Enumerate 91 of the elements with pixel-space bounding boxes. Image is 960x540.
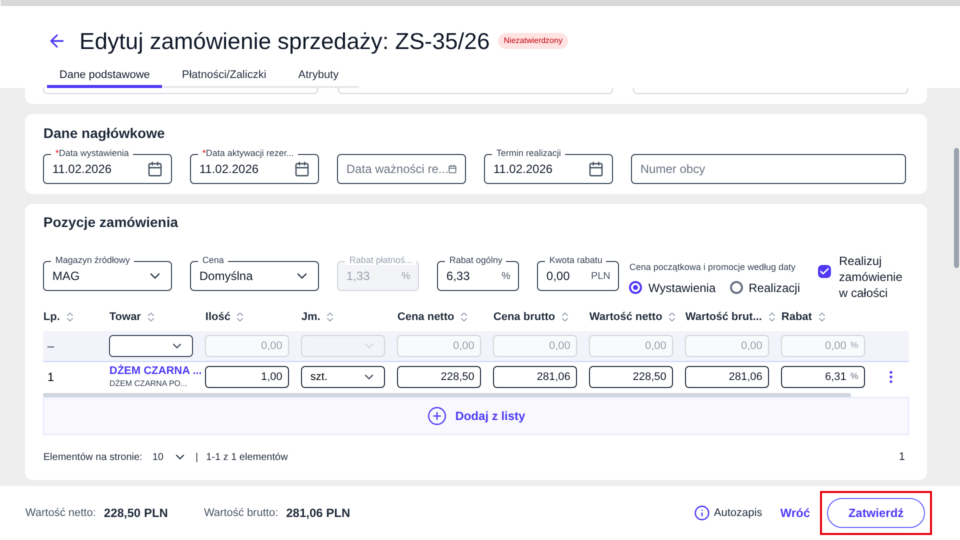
unit-label: % (850, 370, 858, 384)
page-number[interactable]: 1 (898, 449, 905, 466)
field-value: Domyślna (199, 268, 254, 285)
cell-field[interactable]: 6,31 % (781, 366, 866, 388)
autosave-label: Autozapis (714, 506, 762, 521)
field-label: Magazyn źródłowy (51, 256, 134, 265)
field-label: *Data wystawienia (51, 149, 133, 158)
plus-icon (427, 406, 448, 426)
tab[interactable]: Płatności/Zaliczki (170, 66, 278, 88)
field-label: Cena (198, 256, 228, 265)
field-value: 11.02.2026 (493, 161, 554, 178)
field-value: 0,00 (644, 338, 666, 354)
separator: | (195, 450, 198, 465)
gross-total-label: Wartość brutto: (204, 506, 278, 521)
field-value: 11.02.2026 (52, 161, 113, 178)
section-title: Dane nagłówkowe (43, 124, 166, 143)
field-value: 0,00 (548, 338, 570, 354)
field-value: 0,00 (260, 338, 282, 354)
unit-label: % (850, 339, 858, 352)
calendar-icon[interactable] (588, 161, 604, 177)
field-label: Rabat płatnoś... (345, 256, 416, 265)
field-value: 0,00 (740, 338, 762, 354)
field-value: 281,06 (728, 370, 762, 385)
radio-icon[interactable] (629, 281, 642, 294)
field-value: 228,50 (632, 370, 666, 385)
field-value: 6,33 (446, 268, 471, 285)
cell-field[interactable]: 1,00 (205, 366, 290, 388)
field-value: 0,00 (546, 268, 571, 285)
net-total-value: 228,50 PLN (104, 505, 168, 522)
calendar-icon[interactable] (147, 161, 164, 177)
calendar-icon[interactable] (294, 161, 310, 177)
status-badge: Niezatwierdzony (498, 33, 568, 50)
product-link[interactable]: DŻEM CZARNA ... (109, 365, 206, 379)
column-header[interactable]: Rabat (781, 308, 812, 326)
unit-label: PLN (590, 270, 610, 284)
sort-icon[interactable] (766, 311, 778, 323)
column-header[interactable]: Wartość netto (589, 308, 662, 326)
checkbox[interactable] (818, 265, 831, 278)
field-label: Rabat ogólny (445, 256, 506, 265)
field-value: 281,06 (536, 370, 570, 385)
radio-icon[interactable] (730, 281, 743, 294)
field-value: 228,50 (440, 370, 474, 385)
checkbox-label: Realizuj zamówienie w całości (839, 253, 904, 301)
cell-field[interactable]: 228,50 (397, 366, 482, 388)
cell-field[interactable]: 281,06 (685, 366, 770, 388)
vertical-scrollbar[interactable] (954, 148, 958, 268)
net-total-label: Wartość netto: (25, 506, 96, 521)
back-link[interactable]: Wróć (780, 504, 810, 522)
radio-group-label: Cena początkowa i promocje według daty (629, 261, 796, 274)
unit-label: % (501, 270, 510, 284)
field-value: 11.02.2026 (199, 161, 260, 178)
page-size-label: Elementów na stronie: (43, 450, 142, 465)
gross-total-value: 281,06 PLN (286, 505, 350, 522)
add-from-list-button[interactable]: Dodaj z listy (43, 397, 909, 435)
table-cell-text: – (46, 339, 54, 353)
section-title: Pozycje zamówienia (43, 213, 180, 232)
column-header[interactable]: Jm. (301, 308, 320, 326)
field-value: szt. (310, 370, 328, 385)
radio-option[interactable]: Realizacji (730, 278, 800, 296)
table-cell-text: 1 (46, 370, 54, 384)
column-header[interactable]: Lp. (43, 308, 60, 326)
field-value: 0,00 (824, 338, 846, 354)
field-value: 0,00 (452, 338, 474, 354)
page-size-select[interactable]: 10 (152, 450, 188, 465)
column-header[interactable]: Cena netto (397, 308, 454, 326)
field-label: Kwota rabatu (545, 256, 606, 265)
column-header[interactable]: Ilość (205, 308, 230, 326)
column-header[interactable]: Wartość brut... (685, 308, 762, 326)
range-text: 1-1 z 1 elementów (206, 450, 288, 465)
field-label: *Data aktywacji rezer... (198, 149, 298, 158)
radio-option[interactable]: Wystawienia (629, 278, 716, 296)
field-value: 6,31 (824, 370, 846, 385)
field-value: 1,00 (260, 370, 282, 385)
info-icon[interactable] (694, 505, 710, 521)
page-title: Edytuj zamówienie sprzedaży: ZS-35/26 (79, 27, 490, 56)
tab[interactable]: Atrybuty (286, 66, 351, 88)
field-label: Termin realizacji (492, 149, 565, 158)
column-header[interactable]: Towar (109, 308, 141, 326)
confirm-button[interactable]: Zatwierdź (827, 498, 925, 528)
cell-field[interactable]: 281,06 (493, 366, 578, 388)
horizontal-scrollbar[interactable] (43, 393, 852, 397)
column-header[interactable]: Cena brutto (493, 308, 556, 326)
select-field[interactable] (109, 335, 194, 357)
field-placeholder: Numer obcy (640, 161, 706, 178)
field-value: 1,33 (346, 268, 371, 285)
unit-label: % (401, 270, 410, 284)
cell-field[interactable]: 228,50 (589, 366, 674, 388)
select-field[interactable]: szt. (301, 366, 386, 388)
field-placeholder: Data ważności re... (346, 161, 448, 178)
field-value: MAG (52, 268, 81, 285)
product-description: DŻEM CZARNA PO... (109, 378, 188, 389)
